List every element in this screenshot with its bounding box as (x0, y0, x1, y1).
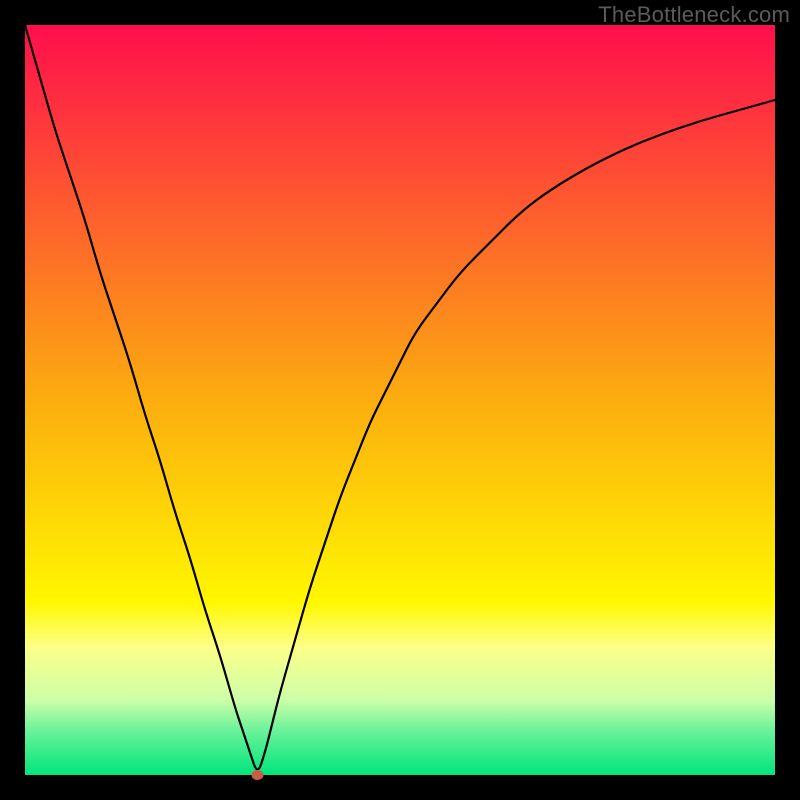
watermark-text: TheBottleneck.com (598, 2, 790, 28)
plot-area (25, 25, 775, 775)
minimum-marker (252, 770, 264, 780)
bottleneck-chart (0, 0, 800, 800)
